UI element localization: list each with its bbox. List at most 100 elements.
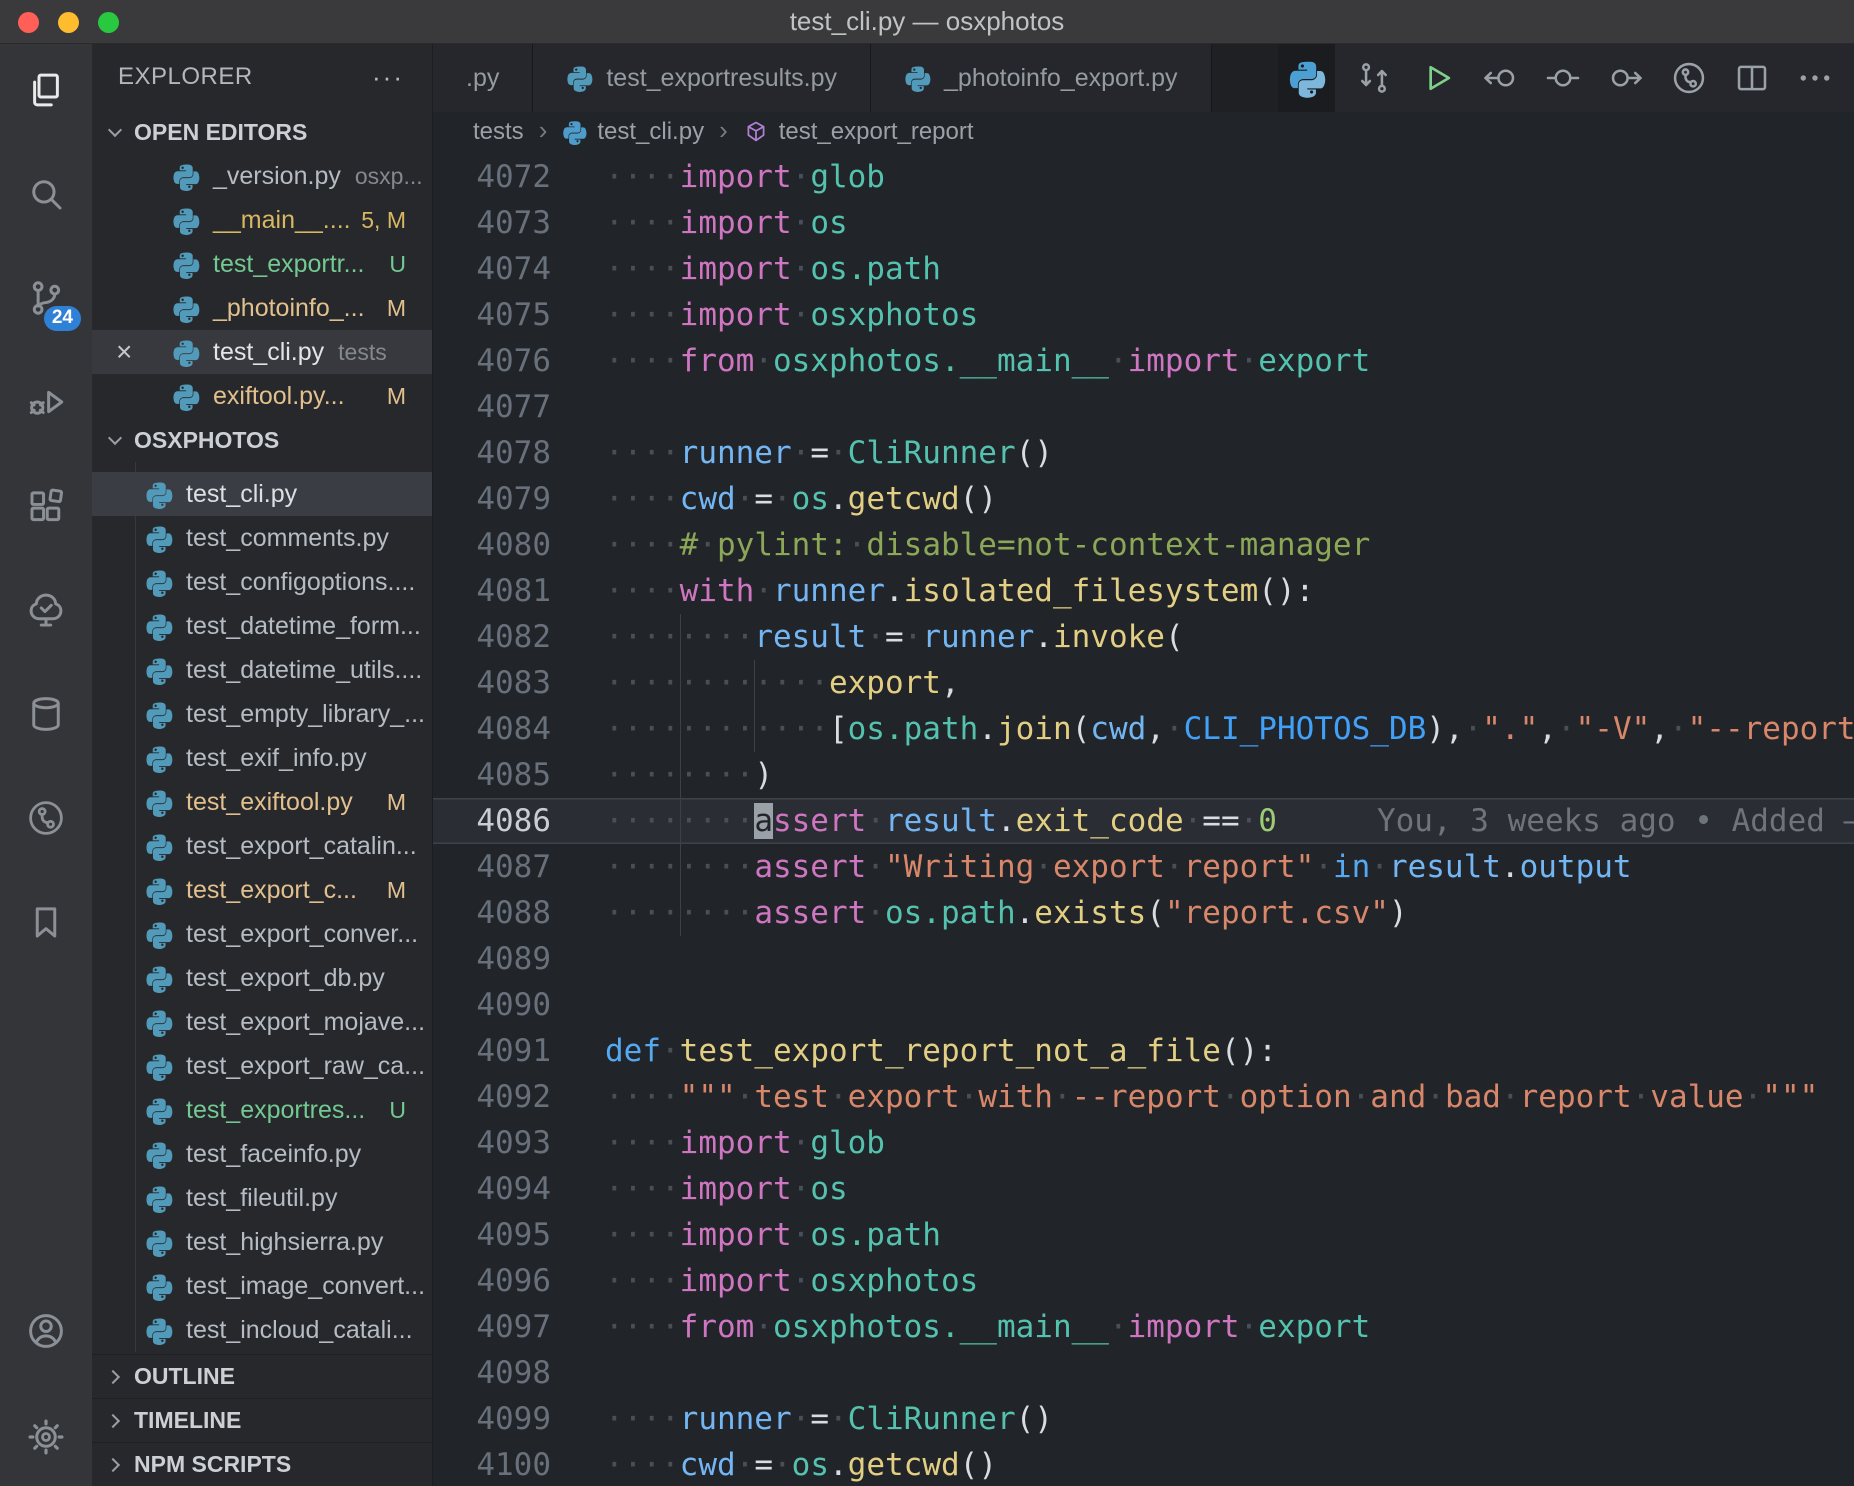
- tree-item[interactable]: test_faceinfo.py: [92, 1132, 432, 1176]
- split-editor-button[interactable]: [1733, 59, 1771, 97]
- explorer-more-actions-icon[interactable]: ···: [372, 62, 404, 93]
- timeline-section-header[interactable]: TIMELINE: [92, 1398, 432, 1442]
- code-line[interactable]: 4088········assert·os.path.exists("repor…: [433, 890, 1854, 936]
- code-line[interactable]: 4090: [433, 982, 1854, 1028]
- tree-item[interactable]: test_incloud_catali...: [92, 1308, 432, 1352]
- minimize-window-button[interactable]: [58, 12, 79, 33]
- tree-item[interactable]: test_configoptions....: [92, 560, 432, 604]
- line-number[interactable]: 4093: [433, 1120, 551, 1166]
- compare-changes-button[interactable]: [1355, 59, 1393, 97]
- activity-search-button[interactable]: [25, 173, 67, 215]
- line-number[interactable]: 4096: [433, 1258, 551, 1304]
- line-number[interactable]: 4095: [433, 1212, 551, 1258]
- code-line[interactable]: 4077: [433, 384, 1854, 430]
- line-number[interactable]: 4079: [433, 476, 551, 522]
- line-number[interactable]: 4098: [433, 1350, 551, 1396]
- code-line[interactable]: 4097····from·osxphotos.__main__·import·e…: [433, 1304, 1854, 1350]
- step-back-button[interactable]: [1481, 59, 1519, 97]
- open-editor-item[interactable]: ×test_cli.pytests: [92, 330, 432, 374]
- line-number[interactable]: 4097: [433, 1304, 551, 1350]
- code-line[interactable]: 4100····cwd·=·os.getcwd(): [433, 1442, 1854, 1486]
- code-line[interactable]: 4078····runner·=·CliRunner(): [433, 430, 1854, 476]
- tree-item[interactable]: test_comments.py: [92, 516, 432, 560]
- open-editor-item[interactable]: test_exportr...U: [92, 242, 432, 286]
- python-interpreter-button[interactable]: [1278, 44, 1335, 112]
- tree-item[interactable]: test_image_convert...: [92, 1264, 432, 1308]
- line-number[interactable]: 4073: [433, 200, 551, 246]
- activity-database-button[interactable]: [25, 693, 67, 735]
- activity-explorer-button[interactable]: [25, 69, 67, 111]
- npm-scripts-section-header[interactable]: NPM SCRIPTS: [92, 1442, 432, 1486]
- code-line[interactable]: 4084············[os.path.join(cwd,·CLI_P…: [433, 706, 1854, 752]
- code-line[interactable]: 4086········assert·result.exit_code·==·0…: [433, 798, 1854, 844]
- line-number[interactable]: 4076: [433, 338, 551, 384]
- code-line[interactable]: 4082········result·=·runner.invoke(: [433, 614, 1854, 660]
- tree-item[interactable]: test_export_catalin...: [92, 824, 432, 868]
- line-number[interactable]: 4084: [433, 706, 551, 752]
- circle-dash-button[interactable]: [1544, 59, 1582, 97]
- activity-gitlens-button[interactable]: [25, 797, 67, 839]
- code-line[interactable]: 4075····import·osxphotos: [433, 292, 1854, 338]
- tree-item[interactable]: test_exif_info.py: [92, 736, 432, 780]
- tree-item[interactable]: test_export_c...M: [92, 868, 432, 912]
- code-line[interactable]: 4094····import·os: [433, 1166, 1854, 1212]
- open-editor-item[interactable]: _version.pyosxp...: [92, 154, 432, 198]
- activity-settings-button[interactable]: [25, 1416, 67, 1458]
- line-number[interactable]: 4091: [433, 1028, 551, 1074]
- close-icon[interactable]: ×: [116, 338, 132, 366]
- tab-test-exportresults-py[interactable]: test_exportresults.py: [533, 44, 871, 112]
- line-number[interactable]: 4090: [433, 982, 551, 1028]
- open-editor-item[interactable]: _photoinfo_...M: [92, 286, 432, 330]
- maximize-window-button[interactable]: [98, 12, 119, 33]
- code-line[interactable]: 4095····import·os.path: [433, 1212, 1854, 1258]
- tree-item[interactable]: test_export_db.py: [92, 956, 432, 1000]
- line-number[interactable]: 4075: [433, 292, 551, 338]
- line-number[interactable]: 4094: [433, 1166, 551, 1212]
- line-number[interactable]: 4088: [433, 890, 551, 936]
- line-number[interactable]: 4083: [433, 660, 551, 706]
- activity-bookmarks-button[interactable]: [25, 901, 67, 943]
- tree-item[interactable]: test_highsierra.py: [92, 1220, 432, 1264]
- open-editor-item[interactable]: __main__....5, M: [92, 198, 432, 242]
- code-line[interactable]: 4073····import·os: [433, 200, 1854, 246]
- tab--photoinfo-export-py[interactable]: _photoinfo_export.py: [871, 44, 1212, 112]
- tree-item[interactable]: test_export_conver...: [92, 912, 432, 956]
- code-line[interactable]: 4079····cwd·=·os.getcwd(): [433, 476, 1854, 522]
- activity-extensions-button[interactable]: [25, 485, 67, 527]
- open-editors-section-header[interactable]: OPEN EDITORS: [92, 110, 432, 154]
- code-editor[interactable]: 4072····import·glob4073····import·os4074…: [433, 152, 1854, 1486]
- more-actions-button[interactable]: [1796, 59, 1834, 97]
- code-line[interactable]: 4098: [433, 1350, 1854, 1396]
- code-line[interactable]: 4080····#·pylint:·disable=not-context-ma…: [433, 522, 1854, 568]
- breadcrumb-item-symbol[interactable]: test_export_report: [743, 118, 974, 146]
- code-line[interactable]: 4091def·test_export_report_not_a_file():: [433, 1028, 1854, 1074]
- code-line[interactable]: 4081····with·runner.isolated_filesystem(…: [433, 568, 1854, 614]
- line-number[interactable]: 4085: [433, 752, 551, 798]
- code-line[interactable]: 4074····import·os.path: [433, 246, 1854, 292]
- commit-graph-button[interactable]: [1670, 59, 1708, 97]
- breadcrumb-item-file[interactable]: test_cli.py: [562, 118, 704, 146]
- open-editor-item[interactable]: exiftool.py...M: [92, 374, 432, 418]
- line-number[interactable]: 4081: [433, 568, 551, 614]
- code-line[interactable]: 4096····import·osxphotos: [433, 1258, 1854, 1304]
- activity-source-control-button[interactable]: 24: [25, 277, 67, 319]
- code-line[interactable]: 4083············export,: [433, 660, 1854, 706]
- line-number[interactable]: 4077: [433, 384, 551, 430]
- line-number[interactable]: 4078: [433, 430, 551, 476]
- code-line[interactable]: 4076····from·osxphotos.__main__·import·e…: [433, 338, 1854, 384]
- continue-forward-button[interactable]: [1607, 59, 1645, 97]
- folder-section-header[interactable]: OSXPHOTOS: [92, 418, 432, 462]
- code-line[interactable]: 4093····import·glob: [433, 1120, 1854, 1166]
- code-line[interactable]: 4072····import·glob: [433, 154, 1854, 200]
- line-number[interactable]: 4086: [433, 798, 551, 844]
- line-number[interactable]: 4092: [433, 1074, 551, 1120]
- tree-item[interactable]: test_exiftool.pyM: [92, 780, 432, 824]
- close-window-button[interactable]: [18, 12, 39, 33]
- activity-run-and-debug-button[interactable]: [25, 381, 67, 423]
- tree-item[interactable]: test_export_raw_ca...: [92, 1044, 432, 1088]
- tree-item[interactable]: test_cli.py: [92, 472, 432, 516]
- activity-accounts-button[interactable]: [25, 1310, 67, 1352]
- tree-item[interactable]: test_exportres...U: [92, 1088, 432, 1132]
- code-line[interactable]: 4087········assert·"Writing·export·repor…: [433, 844, 1854, 890]
- line-number[interactable]: 4082: [433, 614, 551, 660]
